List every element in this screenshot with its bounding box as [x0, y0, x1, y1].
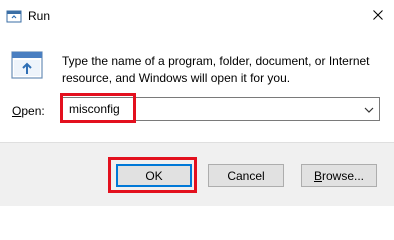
title-bar: Run [0, 0, 394, 32]
instruction-line-2: resource, and Windows will open it for y… [62, 71, 291, 85]
open-label-accelerator: O [12, 104, 22, 118]
dialog-content: Type the name of a program, folder, docu… [0, 32, 394, 142]
close-button[interactable] [362, 0, 394, 32]
run-app-icon [6, 8, 22, 24]
chevron-down-icon [364, 102, 374, 116]
cancel-button[interactable]: Cancel [208, 164, 284, 187]
ok-button[interactable]: OK [116, 164, 192, 187]
close-icon [373, 9, 383, 23]
instruction-line-1: Type the name of a program, folder, docu… [62, 54, 370, 68]
window-title: Run [28, 9, 51, 23]
open-label-rest: pen: [21, 104, 45, 118]
run-program-icon [10, 48, 44, 82]
instruction-text: Type the name of a program, folder, docu… [62, 53, 382, 87]
browse-accelerator: B [313, 168, 322, 183]
open-combobox[interactable] [62, 97, 380, 121]
button-bar: OK Cancel Browse... [0, 142, 394, 206]
open-label: Open: [12, 103, 45, 119]
open-input[interactable] [63, 98, 353, 120]
browse-button[interactable]: Browse... [301, 164, 377, 187]
browse-label-rest: rowse... [322, 168, 365, 183]
dropdown-button[interactable] [359, 98, 379, 120]
